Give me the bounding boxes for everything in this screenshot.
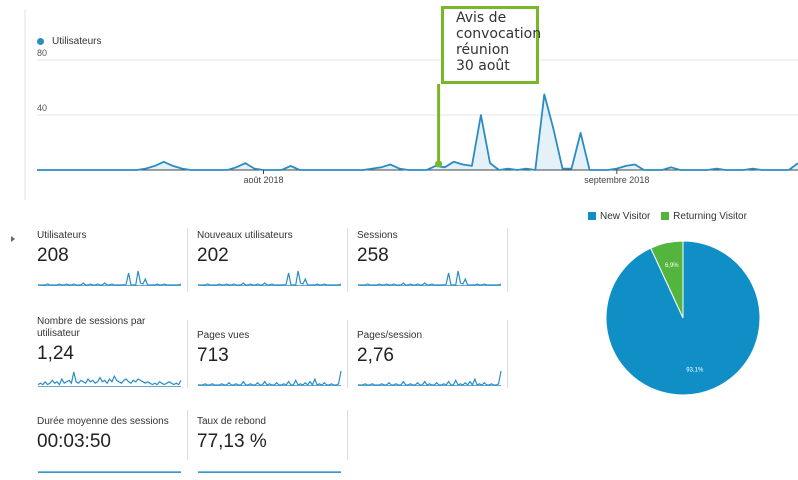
metric-label: Utilisateurs xyxy=(37,230,87,241)
annotation-line-2: convocation xyxy=(456,26,542,42)
metric-sparkline xyxy=(37,371,182,387)
separator xyxy=(187,320,188,388)
legend-label-new: New Visitor xyxy=(600,211,651,222)
separator xyxy=(347,320,348,388)
metric-sparkline xyxy=(38,270,182,286)
separator xyxy=(347,228,348,292)
sparkline-path xyxy=(198,370,342,387)
metric-value: 77,13 % xyxy=(197,431,267,452)
y-tick-label: 40 xyxy=(37,103,47,113)
sparkline-path xyxy=(37,371,182,386)
separator xyxy=(187,228,188,292)
sparkline-path xyxy=(38,270,182,286)
pie-legend: New Visitor Returning Visitor xyxy=(588,211,747,222)
metric-label: Nouveaux utilisateurs xyxy=(197,230,293,241)
x-tick-label: septembre 2018 xyxy=(584,175,649,185)
metric-sparkline xyxy=(358,270,502,286)
separator xyxy=(347,410,348,460)
metric-tile[interactable]: Nouveaux utilisateurs 202 xyxy=(197,230,347,294)
metric-label: Nombre de sessions par utilisateur xyxy=(37,316,146,339)
metric-tile[interactable]: Durée moyenne des sessions 00:03:50 xyxy=(37,416,187,480)
metric-value: 202 xyxy=(197,245,229,266)
metric-value: 1,24 xyxy=(37,343,74,364)
sparkline-path xyxy=(358,370,502,387)
metric-sparkline xyxy=(198,270,342,286)
metric-label: Taux de rebond xyxy=(197,416,266,427)
series-area-utilisateurs xyxy=(37,94,798,170)
annotation-box: Avis de convocation réunion 30 août xyxy=(441,6,542,84)
sparkline-path xyxy=(358,270,502,286)
y-tick-label: 80 xyxy=(37,48,47,58)
expand-arrow-icon[interactable] xyxy=(11,236,15,242)
metric-tile[interactable]: Utilisateurs 208 xyxy=(37,230,187,294)
metric-sparkline xyxy=(198,370,342,387)
separator xyxy=(507,228,508,292)
series-line-utilisateurs xyxy=(37,93,798,171)
metric-value: 258 xyxy=(357,245,389,266)
metric-tile[interactable]: Pages vues 713 xyxy=(197,330,347,394)
metric-sparkline xyxy=(38,471,181,473)
x-tick-label: août 2018 xyxy=(243,175,283,185)
metric-tile[interactable]: Taux de rebond 77,13 % xyxy=(197,416,347,480)
annotation-line-1: Avis de xyxy=(456,10,507,26)
metric-value: 208 xyxy=(37,245,69,266)
metric-label: Pages/session xyxy=(357,330,423,341)
legend-label-returning: Returning Visitor xyxy=(673,211,747,222)
visitor-pie-chart: 6,9% 93,1% xyxy=(605,240,761,396)
sparkline-path xyxy=(198,270,342,286)
legend-swatch-new xyxy=(588,212,596,220)
metric-tile[interactable]: Sessions 258 xyxy=(357,230,507,294)
main-area-chart: 80 40 août 2018 septembre 2018 xyxy=(24,10,798,200)
pie-slice-label: 93,1% xyxy=(686,368,704,374)
metric-sparkline xyxy=(198,471,341,473)
metric-label: Pages vues xyxy=(197,330,250,341)
separator xyxy=(507,320,508,388)
annotation-line-4: 30 août xyxy=(456,58,510,74)
metric-tile[interactable]: Pages/session 2,76 xyxy=(357,330,507,394)
pie-slice[interactable] xyxy=(605,240,761,396)
metric-value: 00:03:50 xyxy=(37,431,111,452)
separator xyxy=(187,410,188,460)
annotation-point xyxy=(435,160,443,168)
legend-swatch-returning xyxy=(661,212,670,220)
metric-tile[interactable]: Nombre de sessions par utilisateur 1,24 xyxy=(37,316,187,387)
metric-sparkline xyxy=(358,370,502,387)
metric-value: 2,76 xyxy=(357,345,394,366)
pie-slice-label: 6,9% xyxy=(665,263,679,269)
metric-value: 713 xyxy=(197,345,229,366)
metric-label: Sessions xyxy=(357,230,398,241)
metric-label: Durée moyenne des sessions xyxy=(37,416,169,427)
annotation-line-3: réunion xyxy=(456,42,510,58)
